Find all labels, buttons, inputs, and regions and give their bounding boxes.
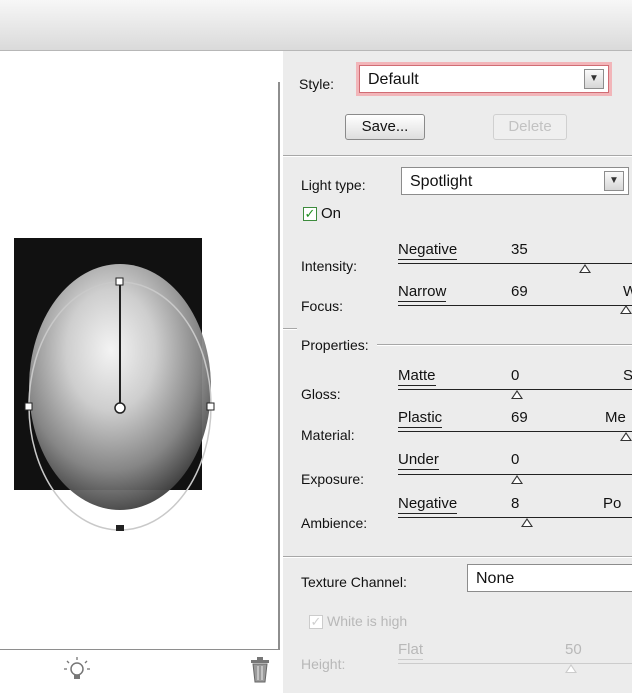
ambience-max-label: Po [603,495,622,512]
white-is-high-label: White is high [327,613,408,629]
ambience-label: Ambience: [301,515,368,531]
intensity-slider-thumb[interactable] [579,264,591,273]
texture-channel-label: Texture Channel: [301,574,407,590]
material-min-label: Plastic [398,409,443,428]
light-bulb-icon[interactable] [62,656,92,686]
ambience-slider-thumb[interactable] [521,518,533,527]
texture-channel-select[interactable]: None [467,564,632,592]
style-label: Style: [299,76,335,92]
preview-toolbar [0,650,280,693]
focus-min-label: Narrow [398,283,447,302]
height-slider-thumb[interactable] [565,664,577,673]
trash-icon[interactable] [248,656,272,684]
texture-channel-value: None [476,570,515,587]
divider [283,155,632,157]
height-slider-track[interactable] [398,663,632,664]
preview-canvas [14,238,215,531]
height-value: 50 [565,641,582,658]
height-label: Height: [301,656,346,672]
save-button[interactable]: Save... [345,114,425,140]
style-select[interactable]: Default ▼ [359,65,609,93]
material-label: Material: [301,427,355,443]
material-value: 69 [511,409,528,426]
divider [283,328,297,330]
material-slider-thumb[interactable] [620,432,632,441]
properties-heading: Properties: [301,337,369,353]
dialog-title-bar [0,0,632,51]
ambience-value: 8 [511,495,520,512]
material-max-label: Me [605,409,626,426]
exposure-label: Exposure: [301,471,365,487]
focus-label: Focus: [301,298,344,314]
intensity-value: 35 [511,241,528,258]
divider [377,344,632,346]
on-label: On [321,205,342,222]
focus-slider-track[interactable] [398,305,632,306]
chevron-down-icon[interactable]: ▼ [604,171,624,191]
lighting-preview [0,82,280,651]
gloss-min-label: Matte [398,367,436,386]
gloss-value: 0 [511,367,520,384]
focus-value: 69 [511,283,528,300]
light-bottom-handle[interactable] [116,525,124,531]
intensity-min-label: Negative [398,241,458,260]
focus-slider-thumb[interactable] [620,305,632,314]
light-type-label: Light type: [301,177,366,193]
light-right-handle[interactable] [206,402,215,411]
intensity-label: Intensity: [301,258,358,274]
light-type-value: Spotlight [410,173,473,190]
light-left-handle[interactable] [24,402,33,411]
material-slider-track[interactable] [398,431,632,432]
focus-max-label: W [623,283,632,300]
light-type-select[interactable]: Spotlight ▼ [401,167,629,195]
intensity-slider-track[interactable] [398,263,632,264]
ambience-slider-track[interactable] [398,517,632,518]
gloss-slider-thumb[interactable] [511,390,523,399]
light-center-handle[interactable] [114,402,126,414]
chevron-down-icon[interactable]: ▼ [584,69,604,89]
gloss-max-label: S [623,367,632,384]
light-top-handle[interactable] [115,277,124,286]
exposure-value: 0 [511,451,520,468]
divider [283,556,632,558]
style-value: Default [368,71,419,88]
settings-panel: Style: Default ▼ Save... Delete Light ty… [283,51,632,693]
height-min-label: Flat [398,641,424,660]
gloss-label: Gloss: [301,386,341,402]
exposure-slider-thumb[interactable] [511,475,523,484]
ambience-min-label: Negative [398,495,458,514]
white-is-high-checkbox[interactable]: ✓ [309,615,323,629]
on-checkbox[interactable]: ✓ [303,207,317,221]
delete-button[interactable]: Delete [493,114,567,140]
exposure-min-label: Under [398,451,439,470]
